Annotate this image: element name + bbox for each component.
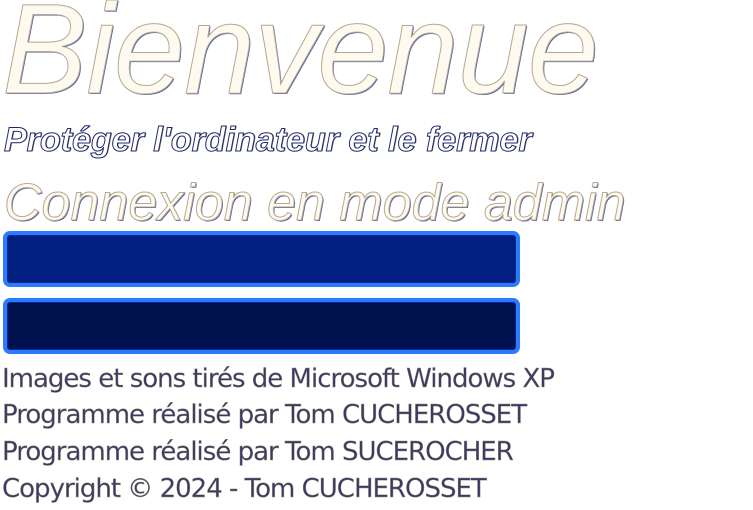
credit-line-images: Images et sons tirés de Microsoft Window… (2, 364, 555, 394)
copyright-line: Copyright © 2024 - Tom CUCHEROSSET (2, 474, 487, 504)
shutdown-caption: Protéger l'ordinateur et le fermer (4, 121, 533, 160)
credit-line-author: Programme réalisé par Tom CUCHEROSSET (2, 400, 528, 430)
login-screen: Bienvenue Protéger l'ordinateur et le fe… (0, 0, 753, 510)
username-field[interactable] (3, 231, 520, 287)
password-field[interactable] (3, 298, 520, 354)
credit-line-author-alt: Programme réalisé par Tom SUCEROCHER (2, 437, 514, 467)
admin-mode-title: Connexion en mode admin (4, 174, 627, 233)
welcome-title: Bienvenue (2, 0, 600, 121)
